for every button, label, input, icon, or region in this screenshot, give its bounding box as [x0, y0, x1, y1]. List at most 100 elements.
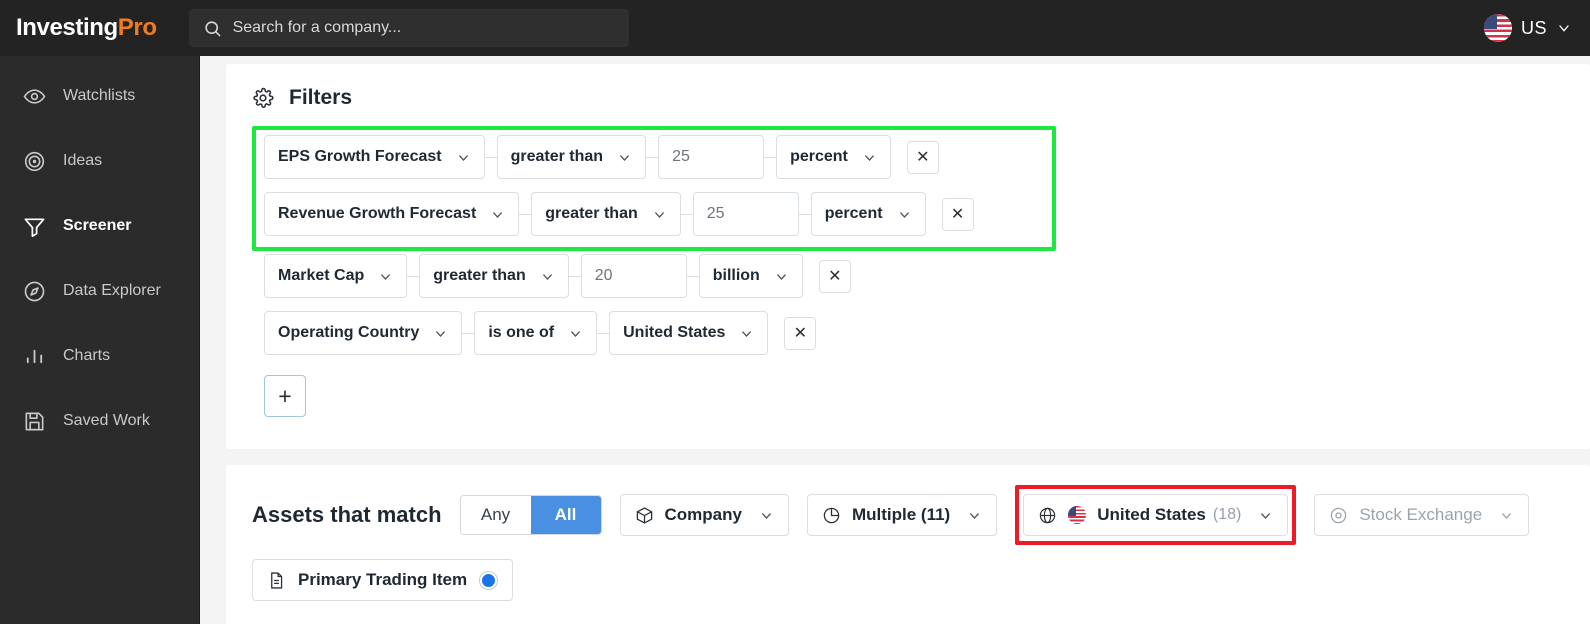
chevron-down-icon: [378, 269, 393, 284]
locale-label: US: [1520, 17, 1547, 38]
filter-unit-select[interactable]: percent: [776, 135, 891, 179]
search-input[interactable]: Search for a company...: [188, 9, 629, 47]
filter-row: Market Cap greater than 20 billion ✕: [252, 254, 1564, 298]
sidebar-item-saved-work[interactable]: Saved Work: [0, 407, 199, 435]
filter-operator-select[interactable]: greater than: [496, 135, 647, 179]
body-wrapper: Watchlists Ideas Screener Data Explorer: [0, 56, 1590, 624]
filter-metric-select[interactable]: Operating Country: [264, 311, 463, 355]
locale-selector[interactable]: US: [1483, 14, 1572, 42]
remove-filter-button[interactable]: ✕: [941, 197, 974, 231]
filter-operator-select[interactable]: is one of: [474, 311, 598, 355]
filter-country-select[interactable]: United States: [609, 311, 769, 355]
cube-icon: [635, 506, 654, 525]
gear-icon: [252, 87, 274, 109]
funnel-icon: [22, 214, 46, 238]
filter-metric-label: Operating Country: [278, 324, 420, 341]
remove-filter-button[interactable]: ✕: [906, 140, 939, 174]
filter-value-input[interactable]: 25: [658, 135, 765, 179]
filter-unit-label: percent: [824, 205, 883, 222]
chevron-down-icon: [568, 326, 583, 341]
chevron-down-icon: [617, 150, 632, 165]
search-placeholder-text: Search for a company...: [232, 19, 402, 36]
chevron-down-icon: [862, 150, 877, 165]
filter-value-input[interactable]: 20: [580, 254, 687, 298]
filter-metric-select[interactable]: Market Cap: [264, 254, 408, 298]
multiple-dropdown[interactable]: Multiple (11): [806, 494, 998, 536]
chevron-down-icon: [1556, 20, 1572, 36]
sidebar-item-data-explorer[interactable]: Data Explorer: [0, 277, 199, 305]
pie-chart-icon: [822, 506, 841, 525]
filter-operator-label: is one of: [488, 324, 555, 341]
globe-icon: [1038, 506, 1057, 525]
chevron-down-icon: [433, 326, 448, 341]
app-logo[interactable]: InvestingPro: [16, 14, 157, 42]
company-type-dropdown[interactable]: Company: [619, 494, 789, 536]
stock-exchange-label: Stock Exchange: [1359, 505, 1483, 524]
primary-trading-item-toggle[interactable]: Primary Trading Item: [252, 559, 514, 601]
country-dropdown[interactable]: United States (18): [1023, 494, 1289, 536]
match-mode-toggle: Any All: [459, 495, 602, 535]
remove-filter-button[interactable]: ✕: [784, 316, 817, 350]
filter-joiner: [798, 213, 811, 215]
filter-operator-select[interactable]: greater than: [419, 254, 569, 298]
top-header: InvestingPro Search for a company... US: [0, 0, 1590, 56]
eye-icon: [22, 84, 46, 108]
main-content: Filters EPS Growth Forecast greater than: [200, 56, 1590, 624]
stock-exchange-dropdown[interactable]: Stock Exchange: [1314, 494, 1530, 536]
sidebar-item-label: Ideas: [63, 152, 103, 169]
search-icon: [203, 19, 222, 38]
chevron-down-icon: [540, 269, 555, 284]
filter-joiner: [462, 332, 475, 334]
chevron-down-icon: [774, 269, 789, 284]
sidebar-item-ideas[interactable]: Ideas: [0, 147, 199, 175]
filter-joiner: [764, 156, 777, 158]
remove-filter-button[interactable]: ✕: [818, 259, 851, 293]
filter-metric-select[interactable]: Revenue Growth Forecast: [264, 192, 520, 236]
filter-operator-label: greater than: [545, 205, 638, 222]
filter-value-text: 20: [594, 267, 613, 284]
sidebar-item-charts[interactable]: Charts: [0, 342, 199, 370]
add-filter-button[interactable]: +: [264, 375, 306, 417]
page-title: Filters: [289, 86, 353, 109]
chevron-down-icon: [739, 326, 754, 341]
filter-unit-select[interactable]: percent: [810, 192, 926, 236]
filter-operator-label: greater than: [510, 148, 604, 165]
chevron-down-icon: [897, 207, 912, 222]
sidebar: Watchlists Ideas Screener Data Explorer: [0, 56, 200, 624]
sidebar-item-watchlists[interactable]: Watchlists: [0, 82, 199, 110]
sidebar-item-label: Screener: [63, 217, 132, 234]
filter-metric-label: Revenue Growth Forecast: [278, 205, 477, 222]
primary-trading-item-label: Primary Trading Item: [298, 570, 468, 589]
filter-joiner: [597, 332, 610, 334]
filter-country-label: United States: [623, 324, 726, 341]
filter-joiner: [680, 213, 693, 215]
filter-rows-group: EPS Growth Forecast greater than 25 perc…: [252, 126, 1564, 423]
country-count: (18): [1212, 506, 1242, 523]
filter-value-input[interactable]: 25: [692, 192, 799, 236]
sidebar-item-label: Data Explorer: [63, 282, 161, 299]
save-icon: [22, 409, 46, 433]
chevron-down-icon: [490, 207, 505, 222]
chevron-down-icon: [1258, 508, 1273, 523]
filter-unit-select[interactable]: billion: [698, 254, 803, 298]
match-option-any[interactable]: Any: [460, 496, 531, 534]
bar-chart-icon: [22, 344, 46, 368]
filter-value-text: 25: [672, 148, 690, 165]
filter-metric-label: Market Cap: [278, 267, 365, 284]
logo-text-investing: Investing: [16, 14, 118, 41]
filter-joiner: [407, 275, 420, 277]
primary-trading-item-radio[interactable]: [479, 570, 499, 590]
sidebar-item-screener[interactable]: Screener: [0, 212, 199, 240]
us-flag-icon: [1483, 14, 1512, 42]
match-option-all[interactable]: All: [530, 496, 601, 534]
filter-metric-select[interactable]: EPS Growth Forecast: [264, 135, 485, 179]
filter-row: EPS Growth Forecast greater than 25 perc…: [252, 135, 1564, 179]
filter-metric-label: EPS Growth Forecast: [278, 148, 442, 165]
assets-filter-row: Assets that match Any All Company Multip…: [252, 485, 1564, 545]
filter-operator-label: greater than: [433, 267, 526, 284]
filter-joiner: [519, 213, 532, 215]
chevron-down-icon: [456, 150, 471, 165]
filter-unit-label: percent: [790, 148, 848, 165]
filter-joiner: [686, 275, 699, 277]
filter-operator-select[interactable]: greater than: [531, 192, 681, 236]
